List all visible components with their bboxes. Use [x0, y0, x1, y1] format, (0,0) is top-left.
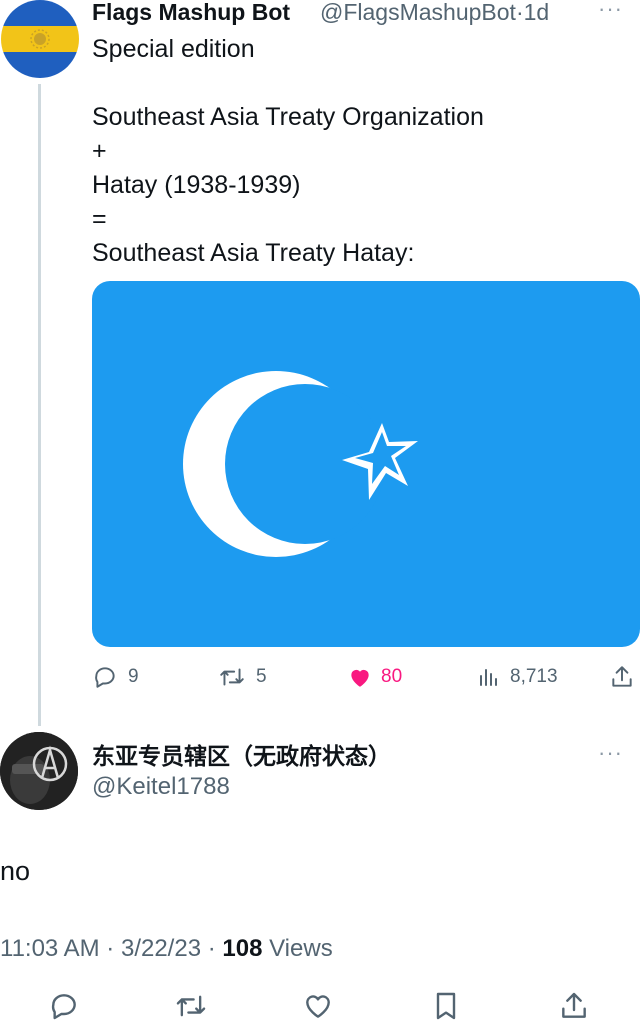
like-icon	[347, 664, 373, 690]
author-handle-and-time[interactable]: @FlagsMashupBot·1d	[320, 0, 549, 26]
reply-icon	[92, 664, 118, 690]
views-count-bold: 108	[222, 935, 263, 962]
tweet-text: Special edition Southeast Asia Treaty Or…	[92, 35, 484, 267]
views-count: 8,713	[510, 666, 558, 687]
reply-author-name[interactable]: 东亚专员辖区（无政府状态）	[92, 737, 391, 771]
author-handle[interactable]: @FlagsMashupBot	[320, 0, 516, 25]
views-icon	[476, 664, 500, 690]
more-horizontal-icon[interactable]: ···	[598, 740, 623, 766]
retweet-icon	[218, 664, 246, 690]
like-count: 80	[381, 666, 403, 687]
reply-count: 9	[128, 666, 139, 687]
share-icon[interactable]	[558, 990, 590, 1027]
retweet-action[interactable]: 5	[218, 662, 267, 692]
tweet-date[interactable]: 3/22/23	[121, 935, 201, 962]
time-ago[interactable]: 1d	[524, 0, 550, 25]
avatar-keitel1788[interactable]	[0, 732, 78, 810]
reply-author-handle[interactable]: @Keitel1788	[92, 773, 230, 801]
views-label: Views	[269, 935, 333, 962]
avatar-flags-mashup-bot[interactable]	[1, 0, 79, 78]
separator: ·	[515, 0, 524, 25]
bookmark-icon[interactable]	[430, 990, 462, 1027]
tweet-meta: 11:03 AM · 3/22/23 · 108 Views	[0, 935, 333, 963]
separator: ·	[106, 935, 115, 962]
like-icon[interactable]	[302, 990, 334, 1027]
reply-icon[interactable]	[48, 990, 80, 1027]
retweet-count: 5	[256, 666, 267, 687]
reply-text: no	[0, 856, 31, 886]
like-action[interactable]: 80	[347, 662, 402, 692]
thread-connector-line	[38, 84, 41, 726]
more-horizontal-icon[interactable]: ···	[598, 0, 623, 22]
share-icon[interactable]	[609, 662, 635, 692]
reply-action[interactable]: 9	[92, 662, 139, 692]
tweet-time[interactable]: 11:03 AM	[0, 935, 100, 962]
separator: ·	[207, 935, 216, 962]
author-name[interactable]: Flags Mashup Bot	[92, 0, 290, 26]
views-action[interactable]: 8,713	[476, 662, 558, 692]
retweet-icon[interactable]	[174, 990, 208, 1027]
tweet-image-flag[interactable]	[92, 281, 640, 647]
